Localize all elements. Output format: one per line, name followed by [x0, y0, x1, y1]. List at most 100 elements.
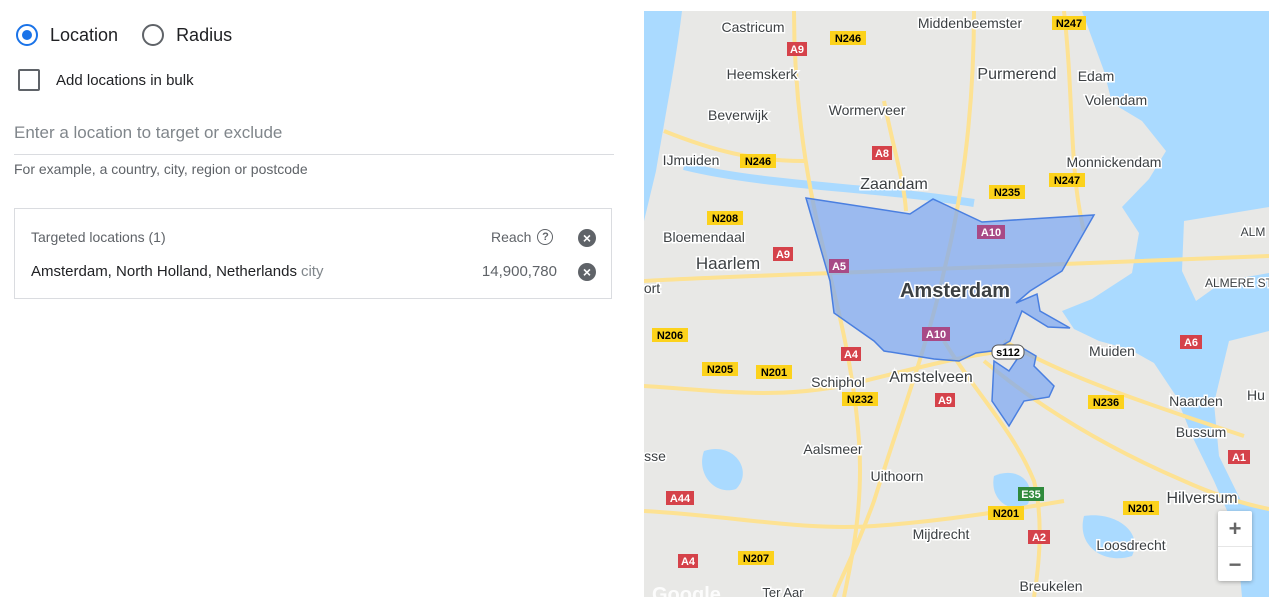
svg-text:A9: A9 [776, 249, 790, 261]
road-shield-a10: A10 [922, 327, 950, 341]
road-shield-n247: N247 [1049, 173, 1085, 187]
city-label-huizen: Hu [1247, 387, 1265, 403]
svg-text:N232: N232 [847, 394, 873, 406]
road-shield-a2: A2 [1028, 530, 1050, 544]
road-shield-n206: N206 [652, 328, 688, 342]
road-shield-a4: A4 [841, 347, 861, 361]
road-shield-s112: s112 [991, 344, 1025, 360]
bulk-locations-label: Add locations in bulk [56, 71, 194, 89]
svg-text:N205: N205 [707, 364, 733, 376]
radius-radio-label: Radius [176, 24, 233, 45]
location-radio-label: Location [50, 24, 119, 45]
radio-unchecked-icon [142, 24, 165, 46]
road-shield-n201: N201 [1123, 501, 1159, 515]
city-label-breukelen: Breukelen [1019, 578, 1082, 594]
svg-text:A4: A4 [844, 349, 859, 361]
remove-location-icon[interactable]: × [578, 263, 596, 281]
reach-label: Reach [491, 229, 532, 245]
location-input-hint: For example, a country, city, region or … [14, 161, 308, 177]
svg-text:N206: N206 [657, 330, 683, 342]
svg-text:N201: N201 [761, 367, 787, 379]
targeting-mode-group: Location Radius [16, 20, 256, 50]
svg-text:N235: N235 [994, 187, 1020, 199]
svg-text:s112: s112 [996, 347, 1020, 359]
svg-text:A6: A6 [1184, 337, 1198, 349]
svg-text:A9: A9 [790, 44, 804, 56]
city-label-loosdrecht: Loosdrecht [1096, 537, 1165, 553]
svg-text:A8: A8 [875, 148, 889, 160]
road-shield-n208: N208 [707, 211, 743, 225]
location-search-input[interactable] [14, 112, 614, 155]
city-label-mijdrecht: Mijdrecht [913, 526, 970, 542]
road-shield-n205: N205 [702, 362, 738, 376]
svg-text:N201: N201 [1128, 503, 1154, 515]
svg-text:A10: A10 [981, 227, 1001, 239]
svg-text:N247: N247 [1054, 175, 1080, 187]
clear-all-icon[interactable]: × [578, 229, 596, 247]
reach-header: Reach ? [491, 229, 554, 245]
city-label-uithoorn: Uithoorn [871, 468, 924, 484]
road-shield-a6: A6 [1180, 335, 1202, 349]
city-label-partial: sse [644, 448, 666, 464]
road-shield-a8: A8 [872, 146, 892, 160]
svg-text:N246: N246 [835, 33, 861, 45]
zoom-out-button[interactable]: − [1218, 546, 1252, 582]
road-shield-n236: N236 [1088, 395, 1124, 409]
city-label-haarlem: Haarlem [696, 254, 760, 273]
svg-text:N246: N246 [745, 156, 771, 168]
city-label-castricum: Castricum [721, 19, 784, 35]
city-label-heemskerk: Heemskerk [727, 66, 799, 82]
city-label-monnickendam: Monnickendam [1067, 154, 1162, 170]
radio-checked-icon [16, 24, 38, 46]
location-reach-value: 14,900,780 [481, 263, 557, 280]
map-canvas: N247 A9 N246 A8 N246 N235 N247 N208 A10 … [644, 11, 1269, 597]
city-label-edam: Edam [1078, 68, 1115, 84]
city-label-aalsmeer: Aalsmeer [803, 441, 862, 457]
city-label-amsterdam: Amsterdam [900, 280, 1010, 302]
road-shield-a4: A4 [678, 554, 698, 568]
svg-text:N208: N208 [712, 213, 738, 225]
city-label-hilversum: Hilversum [1166, 490, 1237, 507]
city-label-amstelveen: Amstelveen [889, 369, 973, 386]
svg-text:N201: N201 [993, 508, 1019, 520]
city-label-schiphol: Schiphol [811, 374, 865, 390]
svg-text:A9: A9 [938, 395, 952, 407]
road-shield-a44: A44 [666, 491, 694, 505]
bulk-locations-checkbox[interactable]: Add locations in bulk [18, 69, 194, 91]
zoom-in-button[interactable]: + [1218, 511, 1252, 546]
road-shield-e35: E35 [1018, 487, 1044, 501]
svg-text:A10: A10 [926, 329, 946, 341]
city-label-partial: ort [644, 280, 660, 296]
radius-radio[interactable]: Radius [142, 24, 232, 46]
svg-text:A2: A2 [1032, 532, 1046, 544]
city-label-bussum: Bussum [1176, 424, 1227, 440]
svg-text:A44: A44 [670, 493, 691, 505]
svg-text:N236: N236 [1093, 397, 1119, 409]
road-shield-n201: N201 [756, 365, 792, 379]
location-radio[interactable]: Location [16, 24, 118, 46]
svg-text:A1: A1 [1232, 452, 1246, 464]
help-icon[interactable]: ? [537, 229, 554, 245]
road-shield-a10: A10 [977, 225, 1005, 239]
city-label-volendam: Volendam [1085, 92, 1147, 108]
road-shield-n247: N247 [1052, 16, 1086, 30]
location-type: city [300, 263, 324, 280]
city-label-zaandam: Zaandam [860, 176, 928, 193]
map-view[interactable]: N247 A9 N246 A8 N246 N235 N247 N208 A10 … [644, 11, 1269, 597]
city-label-wormerveer: Wormerveer [829, 102, 906, 118]
road-shield-a5: A5 [829, 259, 849, 273]
svg-text:A4: A4 [681, 556, 696, 568]
zoom-controls: + − [1218, 511, 1252, 581]
google-logo: Google [652, 584, 721, 597]
road-shield-n207: N207 [738, 551, 774, 565]
road-shield-n246: N246 [830, 31, 866, 45]
city-label-almere-stad: ALMERE ST [1205, 276, 1269, 290]
road-shield-a1: A1 [1228, 450, 1250, 464]
svg-text:A5: A5 [832, 261, 846, 273]
city-label-ijmuiden: IJmuiden [663, 152, 720, 168]
road-shield-n246: N246 [740, 154, 776, 168]
road-shield-n201: N201 [988, 506, 1024, 520]
targeted-locations-box: Targeted locations (1) Reach ? × Amsterd… [14, 208, 612, 299]
city-label-ter-aar: Ter Aar [762, 585, 804, 597]
road-shield-a9: A9 [773, 247, 793, 261]
